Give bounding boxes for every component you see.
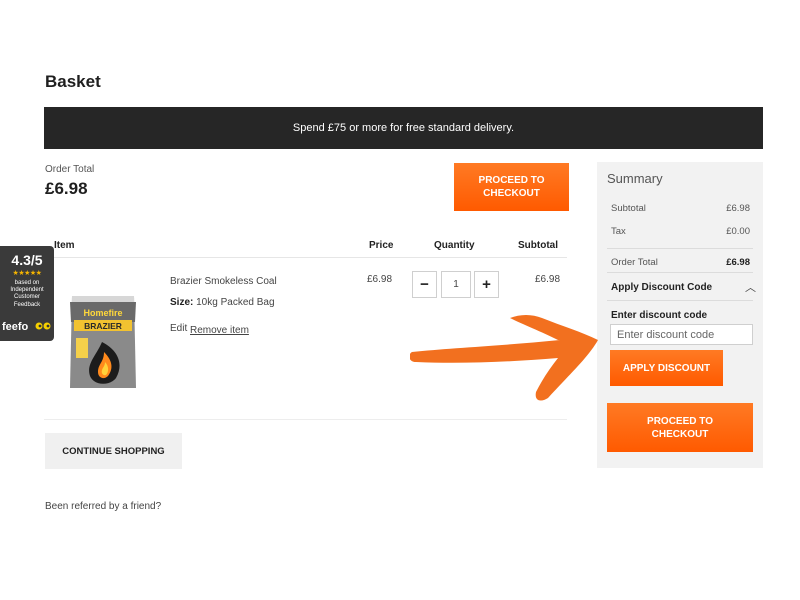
feefo-score: 4.3/5 bbox=[11, 252, 43, 268]
bag-product-text: BRAZIER bbox=[84, 321, 122, 331]
apply-discount-button[interactable]: APPLY DISCOUNT bbox=[610, 350, 723, 386]
summary-tax-value: £0.00 bbox=[726, 226, 750, 237]
promo-banner: Spend £75 or more for free standard deli… bbox=[44, 107, 763, 149]
edit-item-link[interactable]: Edit bbox=[170, 323, 187, 334]
product-size: Size: 10kg Packed Bag bbox=[170, 297, 275, 308]
referral-link[interactable]: Been referred by a friend? bbox=[45, 501, 161, 512]
column-header-price: Price bbox=[369, 240, 394, 251]
feefo-logo: feefo bbox=[2, 321, 29, 333]
summary-subtotal-value: £6.98 bbox=[726, 203, 750, 214]
summary-divider-2 bbox=[607, 272, 753, 273]
discount-code-input[interactable] bbox=[610, 324, 753, 345]
chevron-up-icon[interactable]: ︿ bbox=[745, 279, 756, 295]
feefo-eyes-icon bbox=[35, 322, 51, 330]
summary-subtotal-label: Subtotal bbox=[611, 203, 646, 214]
table-divider-bottom bbox=[44, 419, 567, 420]
summary-title: Summary bbox=[607, 171, 663, 186]
product-name-link[interactable]: Brazier Smokeless Coal bbox=[170, 276, 277, 287]
page-title: Basket bbox=[45, 72, 101, 91]
quantity-decrease-button[interactable]: − bbox=[412, 271, 437, 298]
summary-tax-label: Tax bbox=[611, 226, 626, 237]
item-subtotal: £6.98 bbox=[535, 274, 561, 285]
product-size-label: Size: bbox=[170, 297, 194, 308]
plus-icon: + bbox=[482, 276, 491, 293]
column-header-subtotal: Subtotal bbox=[518, 240, 558, 251]
feefo-caption: based on Independent Customer Feedback bbox=[10, 280, 44, 308]
remove-item-link[interactable]: Remove item bbox=[190, 325, 249, 336]
summary-divider bbox=[607, 248, 753, 249]
quantity-input[interactable] bbox=[441, 271, 471, 298]
quantity-increase-button[interactable]: + bbox=[474, 271, 499, 298]
column-header-quantity: Quantity bbox=[434, 240, 475, 251]
discount-section-toggle[interactable]: Apply Discount Code bbox=[611, 282, 712, 293]
column-header-item: Item bbox=[54, 240, 75, 251]
product-image[interactable]: Homefire BRAZIER bbox=[66, 292, 140, 392]
summary-divider-3 bbox=[607, 300, 753, 301]
feefo-stars: ★★★★★ bbox=[12, 270, 42, 277]
summary-proceed-to-checkout-button[interactable]: PROCEED TO CHECKOUT bbox=[607, 403, 753, 452]
continue-shopping-button[interactable]: CONTINUE SHOPPING bbox=[45, 433, 182, 469]
item-price: £6.98 bbox=[367, 274, 393, 285]
summary-order-total-value: £6.98 bbox=[726, 257, 750, 268]
arrow-right-icon bbox=[410, 315, 598, 401]
order-total-value: £6.98 bbox=[45, 179, 88, 198]
minus-icon: − bbox=[420, 276, 429, 293]
bag-brand-text: Homefire bbox=[83, 308, 122, 318]
summary-order-total-label: Order Total bbox=[611, 257, 658, 268]
product-size-value: 10kg Packed Bag bbox=[196, 297, 275, 308]
summary-proceed-to-checkout-label: PROCEED TO CHECKOUT bbox=[647, 415, 713, 440]
discount-code-label: Enter discount code bbox=[611, 310, 708, 321]
table-divider bbox=[44, 257, 567, 258]
proceed-to-checkout-label: PROCEED TO CHECKOUT bbox=[478, 175, 545, 199]
order-total-label: Order Total bbox=[45, 164, 95, 175]
proceed-to-checkout-button[interactable]: PROCEED TO CHECKOUT bbox=[454, 163, 569, 211]
promo-text: Spend £75 or more for free standard deli… bbox=[292, 122, 515, 134]
